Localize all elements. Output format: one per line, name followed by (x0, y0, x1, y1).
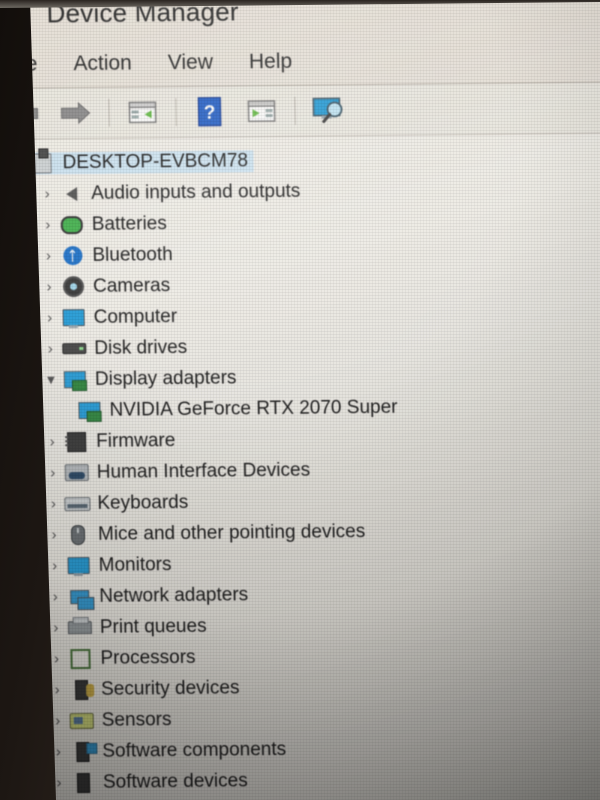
software-device-icon (70, 772, 96, 793)
tree-node-label: Batteries (91, 212, 167, 235)
tree-node-label: Display adapters (94, 366, 237, 390)
display-adapter-icon (76, 401, 102, 420)
properties-icon (128, 101, 157, 124)
window-title: Device Manager (46, 0, 239, 28)
chevron-right-icon[interactable]: › (41, 433, 63, 450)
help-question-icon: ? (197, 96, 222, 127)
forward-button[interactable] (52, 93, 99, 133)
tree-node-label: Bluetooth (92, 243, 173, 266)
tree-node-label: Keyboards (97, 491, 189, 514)
tree-node-label: Monitors (98, 553, 172, 576)
computer-icon (61, 309, 87, 327)
toolbar-separator (108, 98, 110, 127)
chevron-right-icon[interactable]: › (37, 216, 59, 233)
toolbar-separator (175, 98, 177, 127)
device-manager-window: Device Manager File Action View Help ? ▾… (0, 0, 600, 800)
chevron-right-icon[interactable]: › (39, 309, 61, 326)
tree-node-label: Firmware (95, 429, 176, 452)
menu-file[interactable]: File (3, 53, 37, 77)
chevron-right-icon[interactable]: › (37, 247, 59, 264)
chevron-right-icon[interactable]: › (36, 185, 58, 202)
root-selection-highlight: DESKTOP-EVBCM78 (29, 149, 255, 175)
chevron-right-icon[interactable]: › (42, 464, 64, 481)
device-manager-icon (6, 0, 33, 27)
tree-node-label: Processors (100, 646, 196, 669)
tree-node-label: DESKTOP-EVBCM78 (62, 149, 249, 173)
chevron-right-icon[interactable]: › (47, 712, 69, 729)
chevron-right-icon[interactable]: › (48, 774, 70, 791)
hid-icon (64, 463, 90, 482)
chevron-right-icon[interactable]: › (43, 526, 65, 543)
chevron-right-icon[interactable]: › (38, 278, 60, 295)
back-arrow-icon (8, 102, 39, 125)
chevron-right-icon[interactable]: › (43, 557, 65, 574)
monitor-icon (65, 556, 91, 575)
menu-action[interactable]: Action (73, 52, 132, 77)
printer-icon (67, 620, 93, 635)
menu-bar: File Action View Help (0, 35, 600, 89)
scan-hardware-button[interactable] (305, 90, 352, 130)
photo-of-monitor: Device Manager File Action View Help ? ▾… (0, 0, 600, 800)
tree-node-label: Mice and other pointing devices (97, 520, 366, 545)
chevron-right-icon[interactable]: › (45, 619, 67, 636)
chevron-down-icon[interactable]: ▾ (40, 371, 62, 388)
scan-hardware-icon (312, 97, 343, 124)
network-adapter-icon (66, 589, 92, 604)
tree-node-label: Computer (93, 305, 178, 328)
tree-node-label: Human Interface Devices (96, 459, 311, 483)
battery-icon (59, 215, 85, 234)
sensor-icon (69, 712, 95, 729)
bluetooth-icon: ᛏ (59, 246, 85, 266)
chevron-right-icon[interactable]: › (42, 495, 64, 512)
security-device-icon (68, 679, 94, 700)
chevron-right-icon[interactable]: › (46, 681, 68, 698)
svg-text:?: ? (204, 103, 216, 124)
tree-node-label: Print queues (99, 615, 207, 638)
toolbar-separator (294, 96, 296, 125)
tree-node-label: Disk drives (94, 336, 188, 359)
firmware-chip-icon (63, 431, 89, 452)
properties-button[interactable] (119, 92, 166, 132)
processor-icon (67, 648, 93, 669)
display-adapter-icon (62, 371, 88, 389)
camera-icon (60, 276, 86, 298)
tree-node-label: Network adapters (99, 583, 249, 607)
menu-help[interactable]: Help (249, 50, 293, 74)
tree-node-label: Cameras (92, 274, 171, 297)
software-component-icon (69, 741, 95, 762)
tree-node-label: Audio inputs and outputs (90, 180, 301, 204)
back-button[interactable] (0, 93, 47, 133)
tree-node-label: NVIDIA GeForce RTX 2070 Super (109, 396, 398, 421)
disk-drive-icon (61, 342, 87, 355)
keyboard-icon (64, 496, 91, 511)
speaker-icon (58, 186, 84, 201)
forward-arrow-icon (60, 101, 91, 125)
update-driver-icon (247, 100, 276, 122)
tree-node-label: Security devices (100, 676, 240, 700)
help-button[interactable]: ? (186, 91, 233, 131)
tree-node-label: Software devices (102, 769, 248, 793)
chevron-right-icon[interactable]: › (39, 340, 61, 357)
chevron-down-icon[interactable]: ▾ (7, 155, 29, 172)
computer-node-icon (29, 152, 55, 174)
menu-view[interactable]: View (168, 51, 214, 75)
toolbar: ? (0, 82, 600, 140)
chevron-right-icon[interactable]: › (44, 588, 66, 605)
chevron-right-icon[interactable]: › (47, 743, 69, 760)
update-driver-button[interactable] (238, 91, 285, 131)
tree-node-label: Sensors (101, 708, 172, 731)
chevron-right-icon[interactable]: › (45, 650, 67, 667)
tree-node-label: Software components (102, 738, 287, 762)
mouse-icon (65, 524, 91, 545)
device-tree[interactable]: ▾ DESKTOP-EVBCM78 › Audio inputs and out… (0, 133, 600, 800)
